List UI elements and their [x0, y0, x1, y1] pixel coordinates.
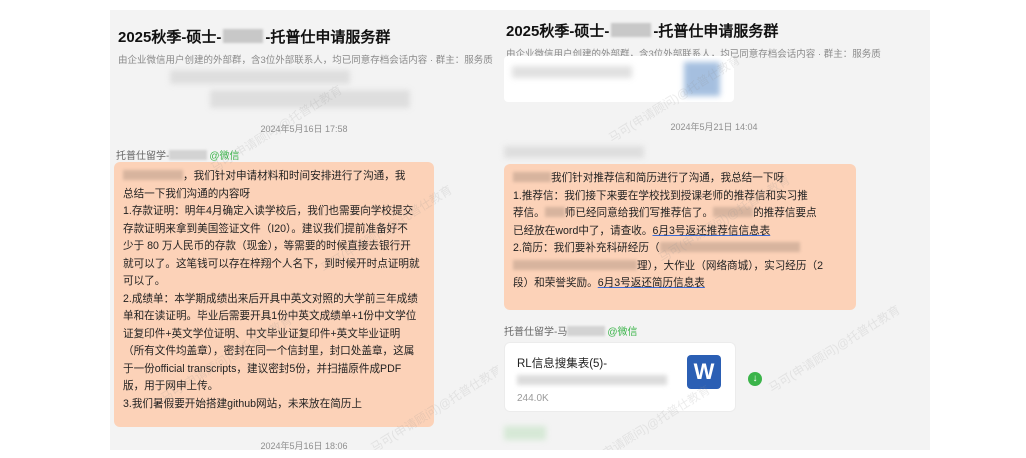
timestamp: 2024年5月16日 18:06	[260, 441, 348, 450]
message-text: 已经放在word中了，请查收。	[513, 224, 653, 237]
message-line: 2.简历：我们要补充科研经历（	[513, 240, 847, 258]
redacted-block	[513, 259, 637, 270]
message-line: 可以了。	[123, 275, 166, 287]
word-icon: W	[687, 355, 721, 389]
message-text: 段）和荣誉奖励。	[513, 277, 598, 289]
message-line: 少于 80 万人民币的存款（现金），等需要的时候直接去银行开	[123, 240, 411, 252]
chat-panel-right: 2025秋季-硕士- -托普仕申请服务群 由企业微信用户创建的外部群，含3位外部联…	[498, 10, 930, 450]
redacted-block	[611, 23, 652, 37]
message-line: ，我们针对申请材料和时间安排进行了沟通，我	[123, 168, 425, 186]
wechat-tag: @微信	[209, 151, 240, 162]
message-line: 于一份official transcripts，建议密封5份，并扫描原件成PDF	[123, 362, 402, 375]
chat-title-suffix: -托普仕申请服务群	[653, 23, 779, 40]
redacted-message	[512, 66, 632, 78]
chat-title: 2025秋季-硕士- -托普仕申请服务群	[118, 26, 490, 47]
message-line: 段）和荣誉奖励。6月3号返还简历信息表	[513, 275, 847, 293]
wechat-tag: @微信	[607, 327, 638, 338]
message-line: 荐信。 师已经同意给我们写推荐信了。 的推荐信要点	[513, 205, 847, 223]
redacted-block	[513, 172, 551, 182]
redacted-block	[169, 150, 208, 160]
watermark: 马可(申请顾问)@托普仕教育	[766, 302, 903, 396]
message-line: 3.我们暑假要开始搭建github网站，未来放在简历上	[123, 397, 362, 410]
timestamp: 2024年5月16日 17:58	[260, 124, 348, 134]
message-text: 荐信。	[513, 207, 545, 219]
message-text: 理），大作业（网络商城），实习经历（2	[637, 259, 823, 272]
chat-title-prefix: 2025秋季-硕士-	[118, 29, 222, 46]
chat-header: 2025秋季-硕士- -托普仕申请服务群 由企业微信用户创建的外部群，含3位外部联…	[110, 10, 498, 68]
file-size: 244.0K	[517, 393, 549, 404]
redacted-sender	[504, 146, 644, 158]
redacted-block	[223, 29, 264, 43]
redacted-block	[713, 207, 754, 217]
message-line: 我们针对推荐信和简历进行了沟通，我总结一下呀	[513, 170, 847, 188]
message-line: 单和在读证明。毕业后需要开具1份中英文成绩单+1份中文学位	[123, 310, 417, 322]
chat-subtitle: 由企业微信用户创建的外部群，含3位外部联系人，均已同意存档会话内容 · 群主：服…	[118, 55, 493, 66]
file-attachment-card[interactable]: RL信息搜集表(5)- 244.0K W	[504, 342, 736, 412]
message-text: 的推荐信要点	[753, 207, 817, 219]
message-line: 总结一下我们沟通的内容呀	[123, 187, 251, 200]
redacted-message	[210, 90, 410, 108]
redacted-block	[567, 326, 606, 336]
message-line: 1.存款证明：明年4月确定入读学校后，我们也需要向学校提交	[123, 205, 414, 217]
message-line: 证复印件+英文学位证明、中文毕业证复印件+英文毕业证明	[123, 327, 401, 340]
message-line: 就可以了。这笔钱可以存在梓翔个人名下，到时候开时点证明就	[123, 257, 420, 270]
message-line: （所有文件均盖章），密封在同一个信封里，封口处盖章，这属	[123, 345, 415, 357]
redacted-message	[504, 426, 546, 440]
chat-title-suffix: -托普仕申请服务群	[265, 29, 391, 46]
chat-title: 2025秋季-硕士- -托普仕申请服务群	[506, 20, 922, 41]
sender-label: 托普仕留学- @微信	[116, 147, 240, 162]
file-name: RL信息搜集表(5)-	[517, 358, 608, 370]
redacted-block	[123, 170, 183, 180]
message-text: ，我们针对申请材料和时间安排进行了沟通，我	[183, 170, 406, 182]
highlighted-deadline: 6月3号返还推荐信信息表	[652, 224, 771, 237]
message-text: 2.简历：我们要补充科研经历（	[513, 242, 660, 254]
message-line: 版，用于网申上传。	[123, 380, 219, 392]
sender-label: 托普仕留学-马 @微信	[504, 323, 638, 338]
sender-name: 托普仕留学-马	[504, 327, 568, 338]
message-bubble[interactable]: 我们针对推荐信和简历进行了沟通，我总结一下呀 1.推荐信：我们接下来要在学校找到…	[504, 164, 856, 310]
message-line: 1.推荐信：我们接下来要在学校找到授课老师的推荐信和实习推	[513, 189, 808, 202]
message-text: 我们针对推荐信和简历进行了沟通，我总结一下呀	[551, 172, 785, 184]
message-line: 已经放在word中了，请查收。6月3号返还推荐信信息表	[513, 223, 847, 241]
download-icon[interactable]: ↓	[748, 372, 762, 386]
chat-panel-left: 2025秋季-硕士- -托普仕申请服务群 由企业微信用户创建的外部群，含3位外部联…	[110, 10, 498, 450]
message-text: 师已经同意给我们写推荐信了。	[564, 207, 714, 219]
message-line: 存款证明来拿到美国签证文件（I20）。建议我们提前准备好不	[123, 222, 408, 235]
redacted-block	[544, 207, 565, 217]
redacted-message	[170, 70, 350, 84]
message-line: 2.成绩单：本学期成绩出来后开具中英文对照的大学前三年成绩	[123, 292, 418, 305]
redacted-block	[659, 242, 800, 252]
redacted-thumbnail	[684, 62, 720, 96]
message-line: 理），大作业（网络商城），实习经历（2	[513, 258, 847, 276]
highlighted-deadline: 6月3号返还简历信息表	[597, 277, 705, 289]
timestamp: 2024年5月21日 14:04	[670, 122, 758, 132]
chat-title-prefix: 2025秋季-硕士-	[506, 23, 610, 40]
redacted-block	[517, 375, 667, 385]
message-bubble[interactable]: ，我们针对申请材料和时间安排进行了沟通，我 总结一下我们沟通的内容呀 1.存款证…	[114, 162, 434, 427]
sender-name: 托普仕留学-	[116, 151, 170, 162]
